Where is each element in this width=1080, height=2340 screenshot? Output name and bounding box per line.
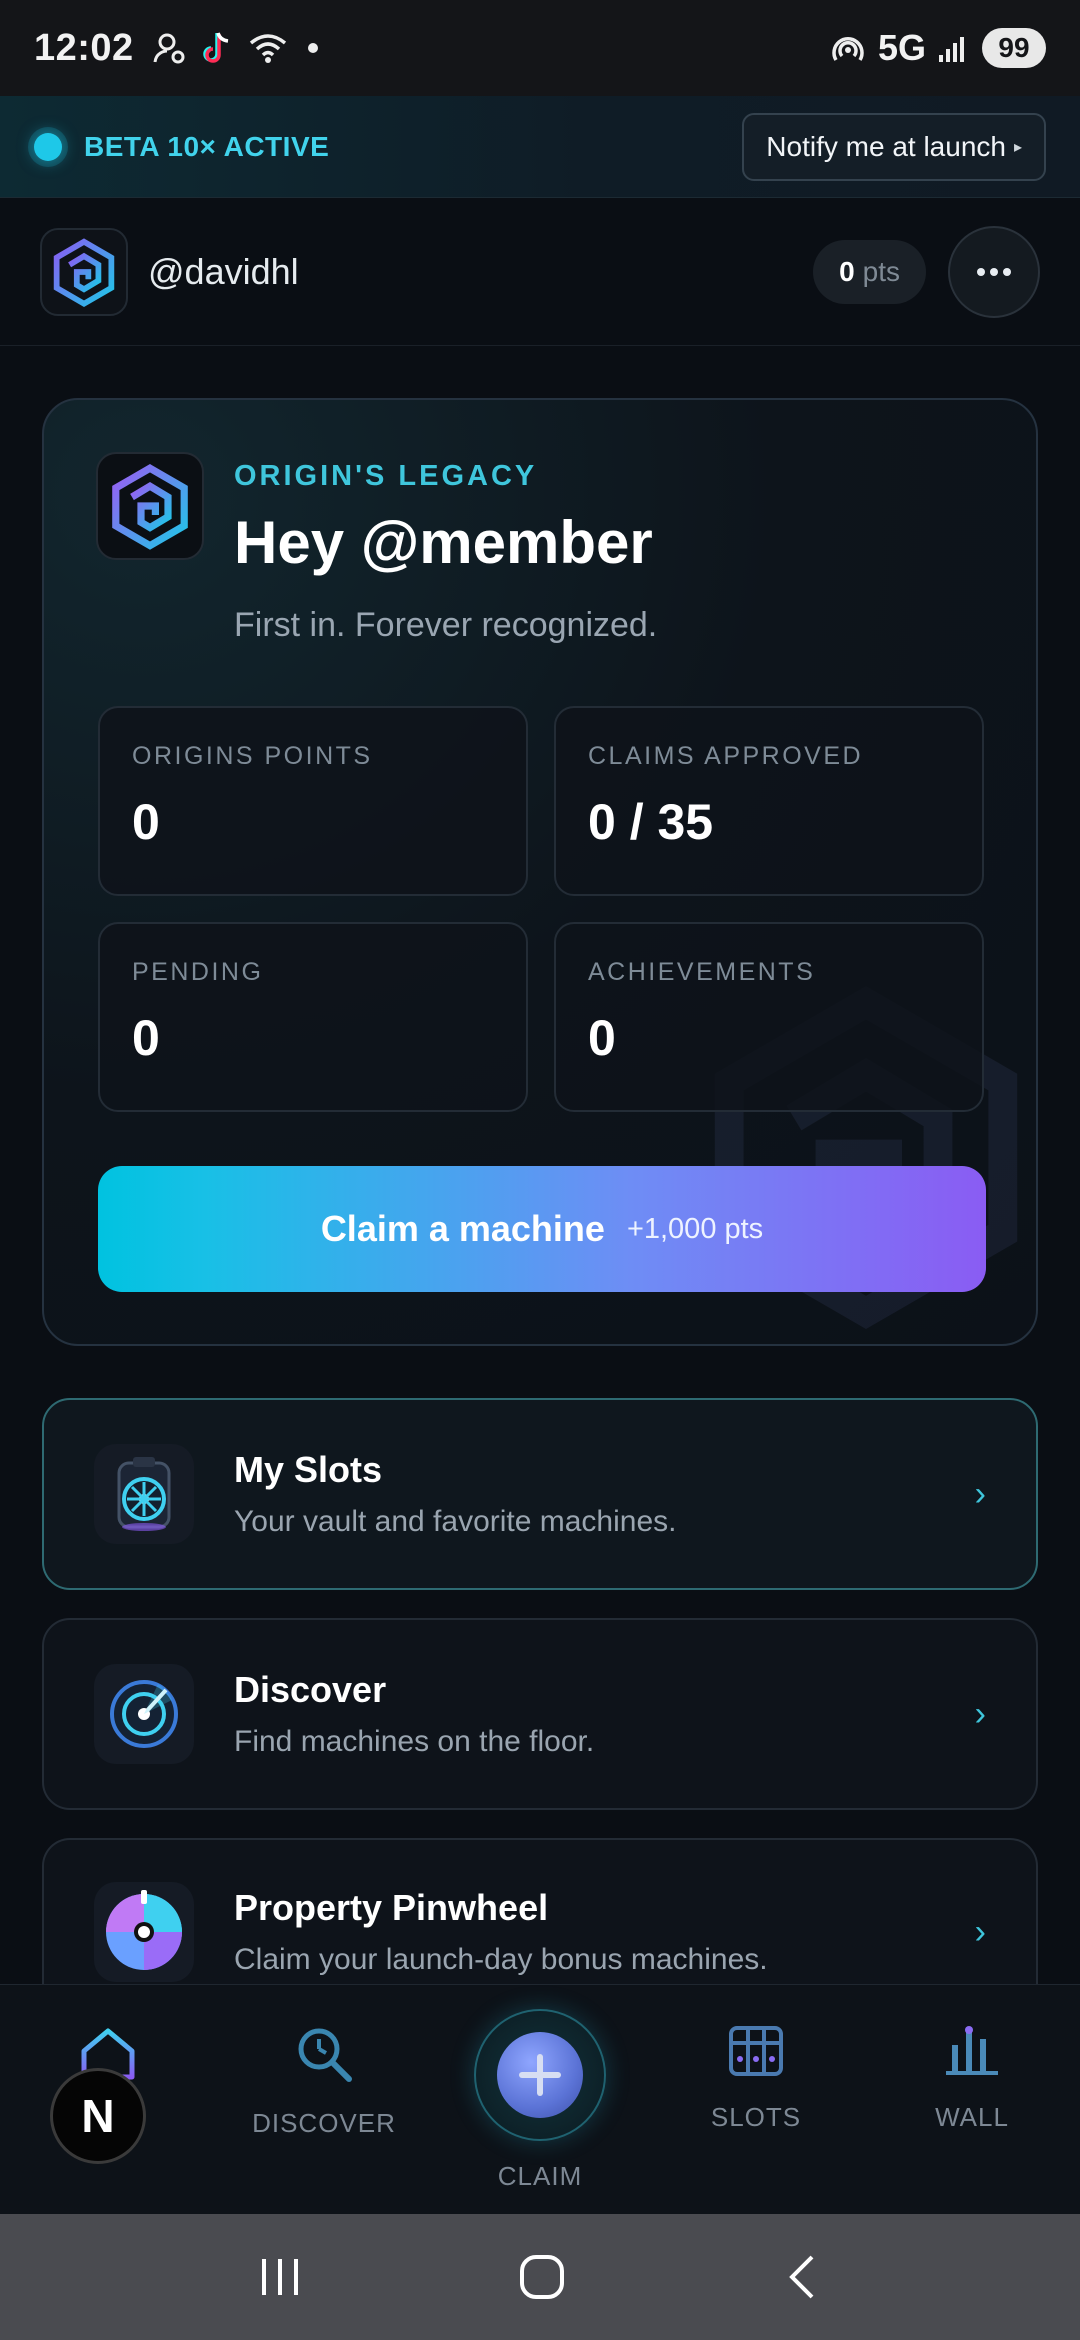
hotspot-icon: [832, 37, 864, 61]
origin-logo-icon: [112, 464, 188, 550]
legacy-card: ORIGIN'S LEGACY Hey @member First in. Fo…: [42, 398, 1038, 1346]
card-logo: [96, 452, 204, 560]
nav-card-property-pinwheel[interactable]: Property Pinwheel Claim your launch-day …: [42, 1838, 1038, 1984]
plus-icon: [519, 2054, 561, 2096]
more-dot-icon: [990, 267, 998, 276]
radar-icon: [110, 1680, 178, 1748]
nav-card-subtitle: Find machines on the floor.: [234, 1725, 595, 1758]
nav-card-title: Property Pinwheel: [234, 1887, 549, 1928]
recent-apps-icon[interactable]: [258, 2255, 302, 2299]
status-dot-icon: [34, 132, 62, 161]
nav-card-subtitle: Your vault and favorite machines.: [234, 1505, 677, 1538]
stat-claims-approved: CLAIMS APPROVED 0 / 35: [554, 706, 984, 896]
avatar[interactable]: [40, 227, 128, 316]
system-nav-bar: [0, 2214, 1080, 2340]
username: @davidhl: [148, 250, 299, 292]
stat-label: CLAIMS APPROVED: [588, 742, 864, 770]
chevron-right-icon: ›: [974, 1912, 986, 1951]
more-options-button[interactable]: [948, 225, 1040, 318]
nav-card-subtitle: Claim your launch-day bonus machines.: [234, 1943, 768, 1976]
points-pill[interactable]: 0 pts: [813, 239, 926, 304]
profile-header: @davidhl 0 pts: [0, 198, 1080, 346]
signal-icon: [939, 37, 964, 62]
battery-level: 99: [982, 28, 1046, 68]
stat-label: PENDING: [132, 958, 264, 986]
stat-origins-points: ORIGINS POINTS 0: [98, 706, 528, 896]
tab-slots[interactable]: SLOTS: [656, 2025, 856, 2133]
stat-label: ACHIEVEMENTS: [588, 958, 816, 986]
points-unit: pts: [862, 255, 900, 287]
nav-card-title: Discover: [234, 1669, 387, 1710]
tab-wall[interactable]: WALL: [872, 2025, 1072, 2133]
stat-value: 0: [588, 1010, 616, 1066]
bottom-nav: DISCOVER CLAIM SLOTS WALL: [0, 1984, 1080, 2214]
nav-card-icon: [94, 1444, 194, 1544]
tab-discover[interactable]: DISCOVER: [224, 2025, 424, 2139]
beta-status: BETA 10× ACTIVE: [84, 130, 330, 162]
stat-value: 0 / 35: [588, 794, 714, 850]
home-button-icon[interactable]: [518, 2253, 566, 2301]
stat-value: 0: [132, 794, 160, 850]
status-bar: 12:02 5G 99: [0, 0, 1080, 96]
person-icon: [153, 33, 185, 64]
notify-button[interactable]: Notify me at launch ▸: [742, 112, 1046, 181]
origin-logo-icon: [53, 237, 115, 307]
more-dot-icon: [977, 267, 985, 276]
wifi-icon: [249, 34, 286, 63]
bar-chart-icon: [946, 2026, 998, 2075]
nav-card-my-slots[interactable]: My Slots Your vault and favorite machine…: [42, 1398, 1038, 1590]
back-icon[interactable]: [782, 2253, 822, 2301]
nav-card-title: My Slots: [234, 1449, 383, 1490]
tab-claim-button[interactable]: [474, 2009, 606, 2141]
stat-value: 0: [132, 1010, 160, 1066]
play-arrow-icon: ▸: [1013, 138, 1022, 156]
pinwheel-icon: [106, 1890, 182, 1970]
search-icon: [298, 2028, 352, 2082]
vault-icon: [117, 1457, 171, 1531]
floating-n-badge[interactable]: N: [50, 2068, 146, 2164]
chevron-right-icon: ›: [974, 1474, 986, 1513]
more-dot-icon: [1003, 267, 1011, 276]
claim-button-label: Claim a machine: [320, 1208, 605, 1249]
stat-label: ORIGINS POINTS: [132, 742, 373, 770]
tab-label: WALL: [935, 2102, 1009, 2132]
chevron-right-icon: ›: [974, 1694, 986, 1733]
grid-icon: [729, 2026, 783, 2076]
nav-card-icon: [94, 1664, 194, 1764]
claim-button-bonus: +1,000 pts: [626, 1212, 764, 1245]
nav-card-discover[interactable]: Discover Find machines on the floor. ›: [42, 1618, 1038, 1810]
tiktok-icon: [202, 32, 228, 63]
tab-label: DISCOVER: [252, 2108, 396, 2138]
greeting-title: Hey @member: [234, 509, 653, 576]
points-value: 0: [839, 255, 855, 287]
notify-label: Notify me at launch: [766, 130, 1006, 162]
claim-machine-button[interactable]: Claim a machine +1,000 pts: [98, 1166, 986, 1292]
greeting-tagline: First in. Forever recognized.: [234, 606, 658, 644]
notification-dot-icon: [307, 43, 318, 53]
network-type: 5G: [877, 27, 926, 68]
card-eyebrow: ORIGIN'S LEGACY: [234, 460, 538, 492]
status-time: 12:02: [34, 26, 134, 69]
tab-label: CLAIM: [497, 2161, 583, 2191]
beta-banner: BETA 10× ACTIVE Notify me at launch ▸: [0, 96, 1080, 198]
tab-label: SLOTS: [710, 2102, 802, 2132]
nav-card-icon: [94, 1882, 194, 1982]
stat-pending: PENDING 0: [98, 922, 528, 1112]
stat-achievements: ACHIEVEMENTS 0: [554, 922, 984, 1112]
